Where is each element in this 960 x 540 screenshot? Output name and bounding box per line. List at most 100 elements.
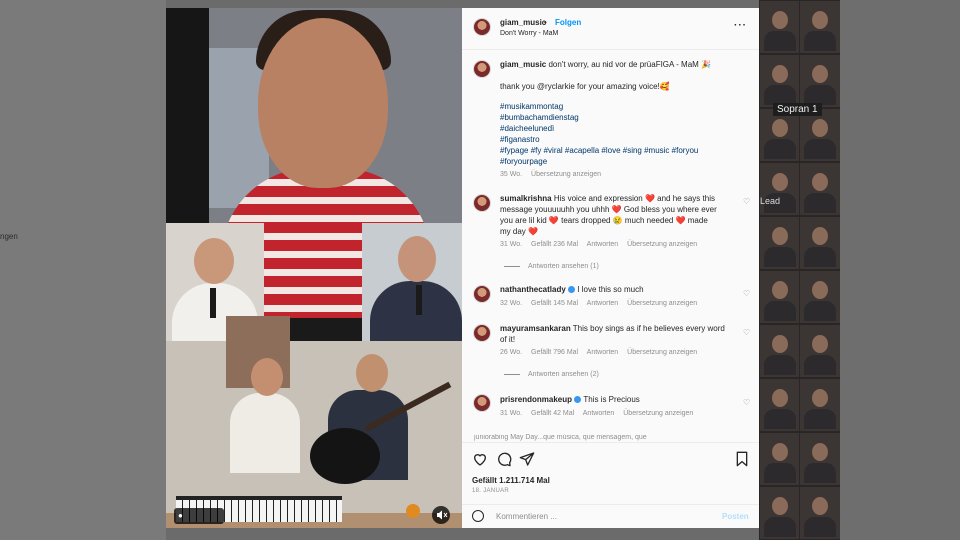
- microphone: [416, 285, 422, 315]
- comment-likes[interactable]: Gefällt 236 Mal: [531, 241, 578, 248]
- comment-text: you are lil kid ❤️ tears dropped 😢 much …: [500, 216, 708, 225]
- avatar[interactable]: [473, 394, 491, 412]
- comment-like-icon[interactable]: ♡: [743, 328, 750, 337]
- comment-likes[interactable]: Gefällt 42 Mal: [531, 410, 574, 417]
- background-grid-tile: [799, 216, 841, 270]
- comment-input[interactable]: Kommentieren ...: [496, 512, 557, 521]
- background-grid-tile: [759, 324, 801, 378]
- avatar[interactable]: [473, 194, 491, 212]
- avatar[interactable]: [473, 285, 491, 303]
- hashtag[interactable]: #figanastro: [500, 135, 540, 145]
- avatar[interactable]: [473, 60, 491, 78]
- keyboard-player: [230, 393, 300, 473]
- post-comment-button[interactable]: Posten: [722, 512, 749, 521]
- caption-age: 35 Wo.: [500, 171, 523, 178]
- user-icon: ●: [178, 511, 183, 520]
- translate-link[interactable]: Übersetzung anzeigen: [623, 410, 693, 417]
- verified-icon: [574, 396, 582, 404]
- background-grid-tile: [799, 432, 841, 486]
- more-icon[interactable]: ···: [734, 20, 747, 31]
- send-icon[interactable]: [519, 451, 535, 467]
- post-panel: giam_music • Folgen Don't Worry - MaM ··…: [462, 8, 759, 528]
- post-video[interactable]: ●: [166, 8, 462, 528]
- comment-text: message youuuuuhh you uhhh ❤️ God bless …: [500, 205, 717, 214]
- translate-link[interactable]: Übersetzung anzeigen: [531, 171, 601, 178]
- background-grid-tile: [759, 108, 801, 162]
- background-grid-tile: [759, 432, 801, 486]
- background-grid-tile: [759, 486, 801, 540]
- view-replies-button[interactable]: Antworten ansehen (2): [504, 371, 599, 378]
- comment-username[interactable]: prisrendonmakeup: [500, 395, 572, 404]
- follow-button[interactable]: Folgen: [555, 18, 581, 27]
- reply-button[interactable]: Antworten: [587, 300, 619, 307]
- comment-like-icon[interactable]: ♡: [743, 197, 750, 206]
- guitar: [310, 428, 380, 484]
- background-right: [840, 0, 960, 540]
- avatar[interactable]: [473, 324, 491, 342]
- translate-link[interactable]: Übersetzung anzeigen: [627, 241, 697, 248]
- comment-icon[interactable]: [496, 451, 512, 467]
- tagged-users-button[interactable]: ●: [174, 508, 224, 524]
- background-text: ngen: [0, 232, 18, 241]
- author-username[interactable]: giam_music: [500, 18, 546, 27]
- background-grid-tile: [799, 162, 841, 216]
- mute-button[interactable]: [432, 506, 450, 524]
- hashtag[interactable]: #daicheelunedì: [500, 124, 554, 134]
- hashtag[interactable]: #fypage #fy #viral #acapella #love #sing…: [500, 146, 698, 156]
- action-bar: Gefällt 1.211.714 Mal 18. JANUAR: [462, 442, 759, 505]
- comment-likes[interactable]: Gefällt 145 Mal: [531, 300, 578, 307]
- translate-link[interactable]: Übersetzung anzeigen: [627, 349, 697, 356]
- background-grid-tile: [799, 378, 841, 432]
- audio-link[interactable]: Don't Worry - MaM: [500, 30, 558, 37]
- reply-button[interactable]: Antworten: [583, 410, 615, 417]
- translate-link[interactable]: Übersetzung anzeigen: [627, 300, 697, 307]
- background-grid-tile: [799, 54, 841, 108]
- view-replies-button[interactable]: Antworten ansehen (1): [504, 263, 599, 270]
- hashtag[interactable]: #bumbachamdienstag: [500, 113, 579, 123]
- reply-button[interactable]: Antworten: [587, 241, 619, 248]
- comment-age: 31 Wo.: [500, 410, 523, 417]
- comment-age: 31 Wo.: [500, 241, 523, 248]
- post-header: giam_music • Folgen Don't Worry - MaM ··…: [462, 8, 759, 50]
- comment-username[interactable]: sumalkrishna: [500, 194, 552, 203]
- partial-comment: juniorabing May Day...que música, que me…: [474, 434, 647, 441]
- comment-text: This boy sings as if he believes every w…: [572, 324, 725, 333]
- background-grid-tile: [799, 108, 841, 162]
- background-grid-tile: [759, 216, 801, 270]
- comment-like-icon[interactable]: ♡: [743, 398, 750, 407]
- bookmark-icon[interactable]: [735, 451, 749, 467]
- comment-text: of it!: [500, 335, 516, 344]
- microphone: [210, 288, 216, 318]
- verified-icon: [568, 286, 576, 294]
- like-count[interactable]: Gefällt 1.211.714 Mal: [472, 476, 550, 485]
- background-left: [0, 0, 166, 540]
- background-grid-tile: [799, 270, 841, 324]
- background-grid-tile: [759, 0, 801, 54]
- avatar[interactable]: [473, 18, 491, 36]
- separator-dot: •: [544, 18, 547, 27]
- post-date: 18. JANUAR: [472, 488, 510, 494]
- background-grid-tile: [759, 378, 801, 432]
- comment-likes[interactable]: Gefällt 796 Mal: [531, 349, 578, 356]
- caption-username[interactable]: giam_music: [500, 60, 546, 69]
- hashtag[interactable]: #musikammontag: [500, 102, 563, 112]
- background-video-grid: [759, 0, 841, 540]
- comment-text: I love this so much: [577, 285, 644, 294]
- reply-button[interactable]: Antworten: [587, 349, 619, 356]
- background-grid-tile: [799, 486, 841, 540]
- comment-text: His voice and expression ❤️ and he says …: [553, 194, 715, 203]
- comment-username[interactable]: mayuramsankaran: [500, 324, 571, 333]
- comment-like-icon[interactable]: ♡: [743, 289, 750, 298]
- heart-icon[interactable]: [472, 451, 488, 467]
- caption-thanks: thank you @ryclarkie for your amazing vo…: [500, 82, 670, 91]
- background-grid-tile: [799, 0, 841, 54]
- hashtag[interactable]: #foryourpage: [500, 157, 547, 167]
- speaker-off-icon: [437, 510, 448, 520]
- background-grid-tile: [799, 324, 841, 378]
- comment-username[interactable]: nathanthecatlady: [500, 285, 566, 294]
- comment-age: 32 Wo.: [500, 300, 523, 307]
- comment-age: 26 Wo.: [500, 349, 523, 356]
- grid-tile-label: Lead: [760, 196, 781, 206]
- emoji-icon[interactable]: [472, 510, 484, 522]
- comment-composer: Kommentieren ... Posten: [462, 504, 759, 528]
